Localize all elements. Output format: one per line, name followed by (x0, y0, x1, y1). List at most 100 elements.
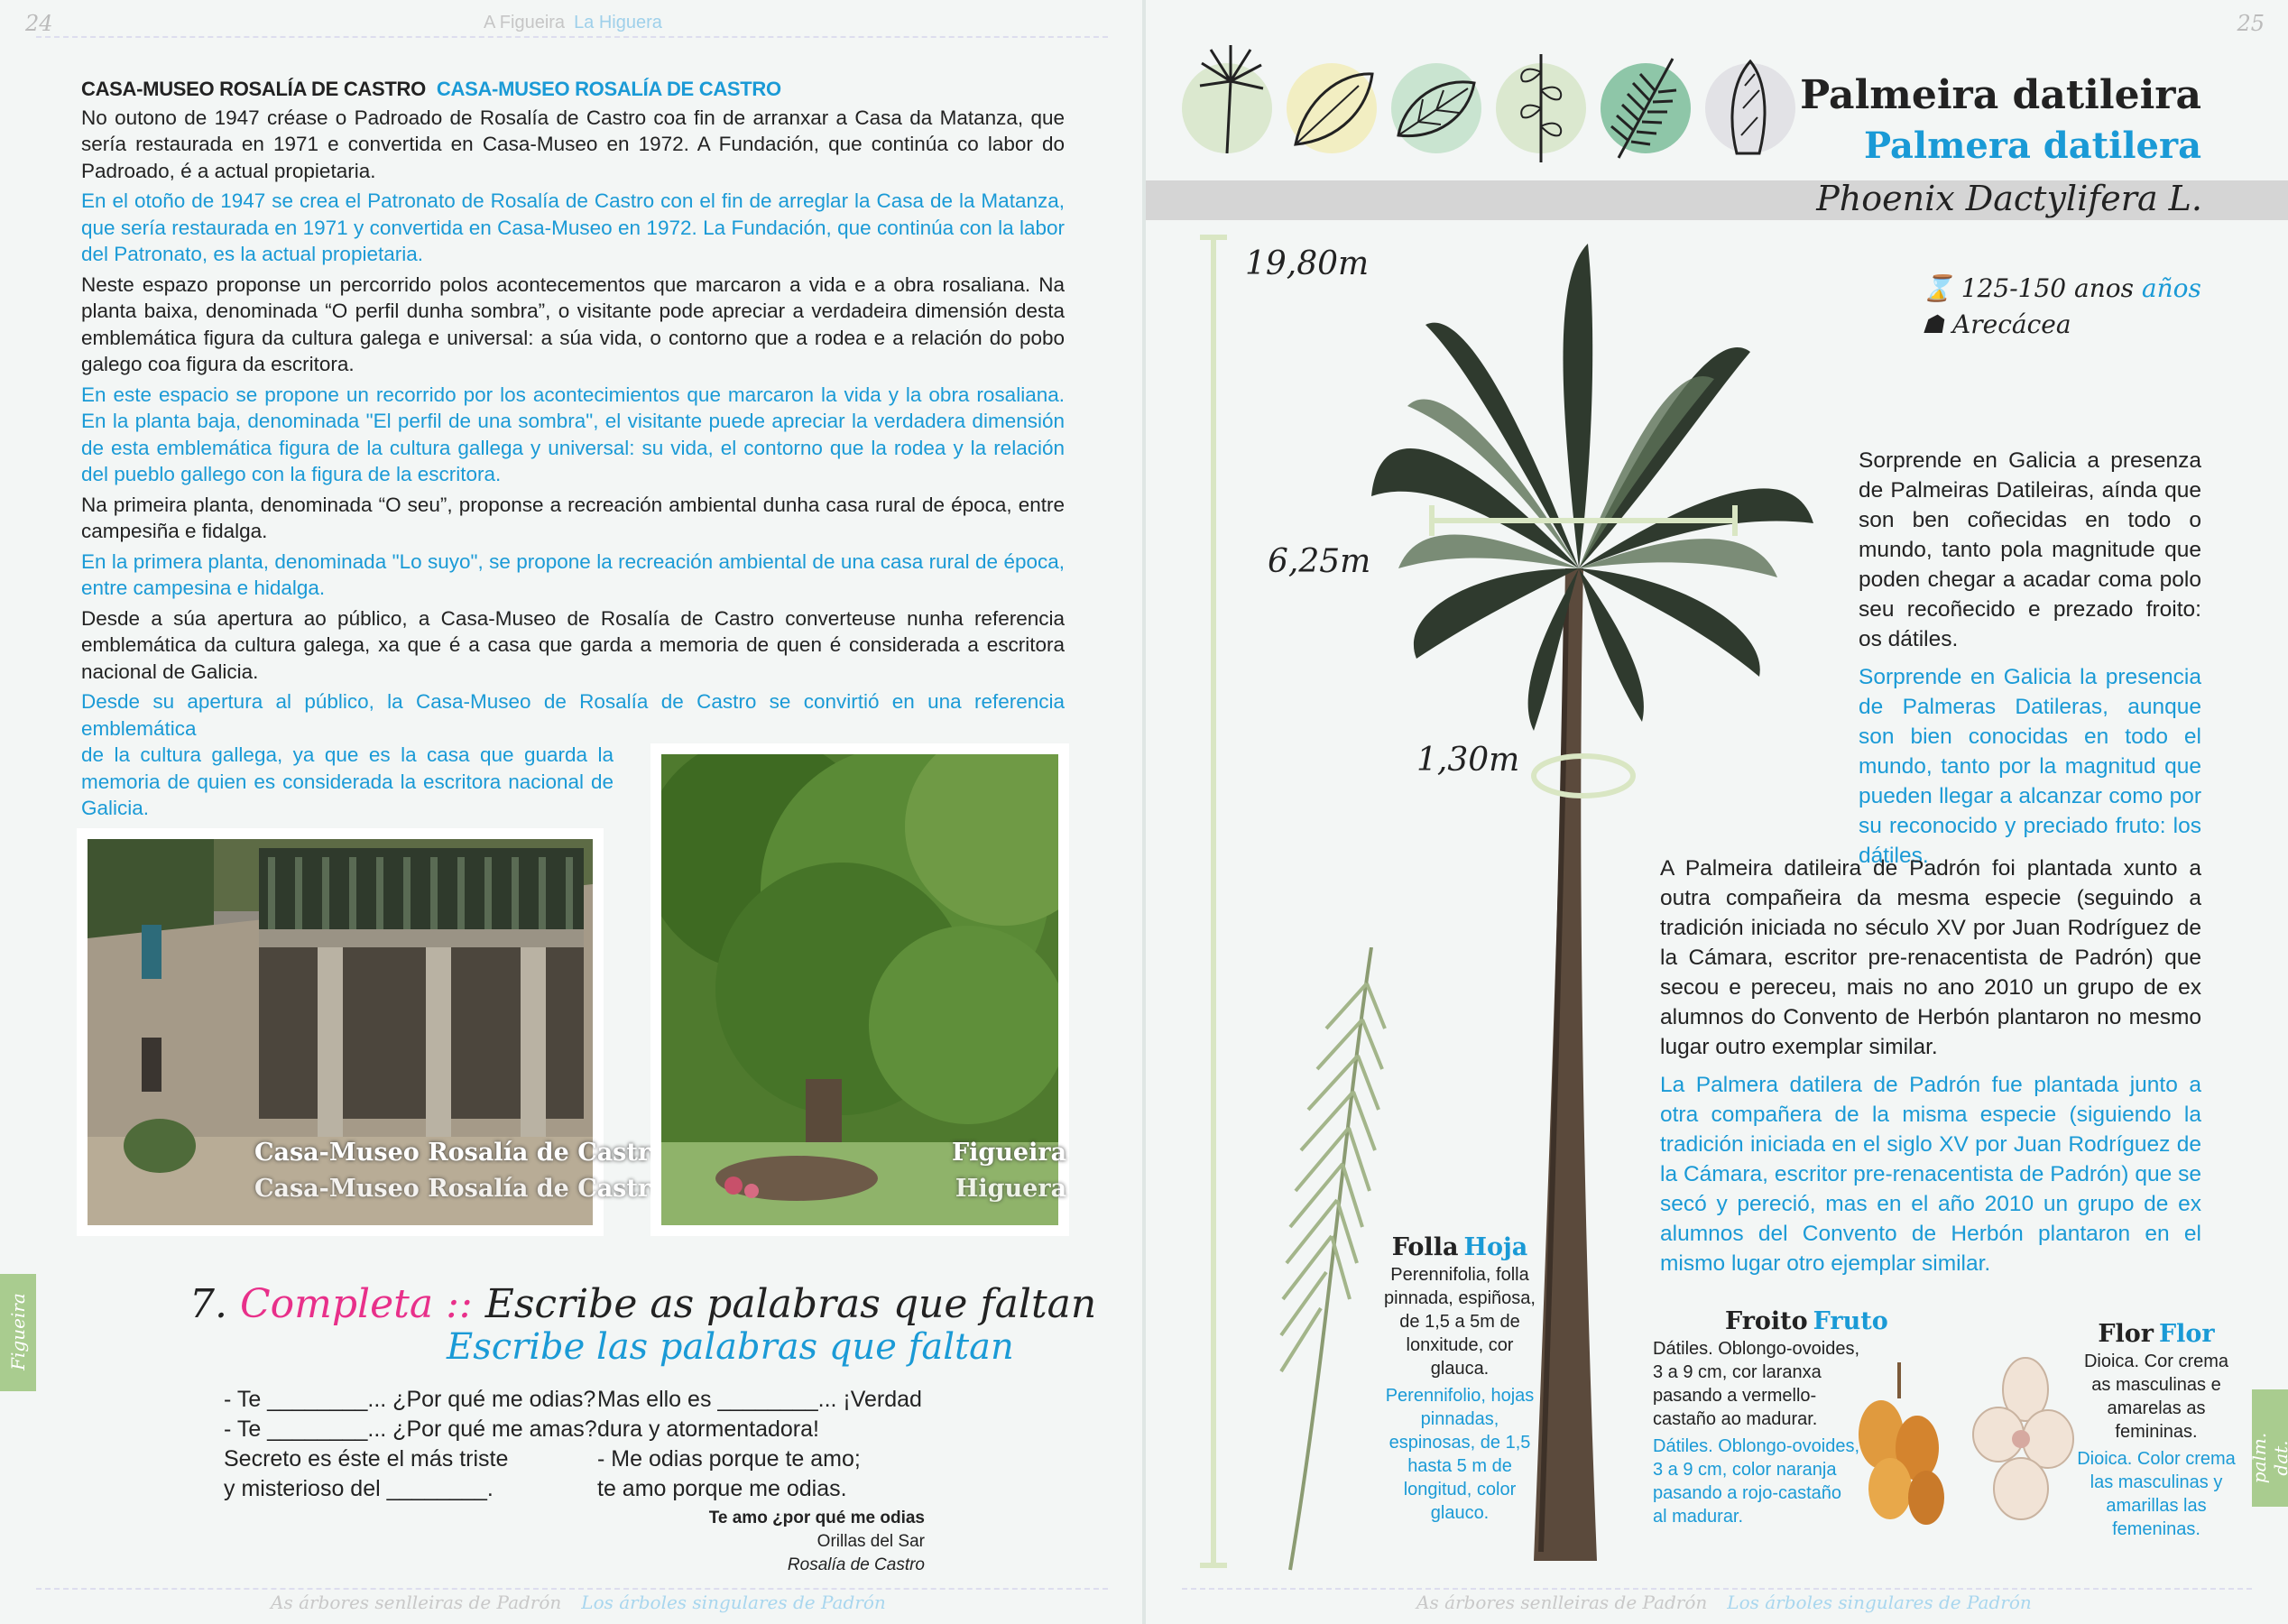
exercise-word: Completa (239, 1281, 434, 1327)
needle-leaf-icon (1705, 59, 1795, 155)
paragraph-gl: Desde a súa apertura ao público, a Casa-… (81, 606, 1065, 683)
leaf-heading-es: Hoja (1463, 1233, 1528, 1261)
leaf-text-es: Perennifolio, hojas pinnadas, espinosas,… (1385, 1386, 1535, 1523)
exercise-instruction-gl: Escribe as palabras que faltan (484, 1281, 1097, 1327)
fruit-heading-es: Fruto (1813, 1307, 1888, 1335)
palm-leaf-illustration (1279, 947, 1387, 1571)
heading-es: CASA-MUSEO ROSALÍA DE CASTRO (436, 78, 781, 100)
fruit-text-gl: Dátiles. Oblongo-ovoides, 3 a 9 cm, cor … (1653, 1339, 1860, 1429)
poem-line: te amo porque me odias. (597, 1476, 847, 1501)
hourglass-icon: ⌛ (1922, 273, 1961, 303)
side-tab-label: palm. dat. (2248, 1432, 2288, 1484)
poem-line: - Te ________... ¿Por qué me amas? (224, 1416, 597, 1442)
paragraph-gl: Neste espazo proponse un percorrido polo… (81, 272, 1065, 376)
family-row: ☗ Arecácea (1922, 307, 2201, 343)
poem-column-2: Mas ello es ________... ¡Verdad dura y a… (597, 1385, 922, 1504)
exercise-instruction-es: Escribe las palabras que faltan (447, 1326, 1014, 1368)
leaf-icon (1287, 63, 1377, 153)
paragraph-es: Desde su apertura al público, la Casa-Mu… (81, 690, 1065, 740)
page-number: 25 (2237, 11, 2265, 36)
leaf-heading-gl: Folla (1391, 1233, 1459, 1261)
fruit-heading: Froito Fruto (1725, 1307, 1888, 1335)
running-head: A Figueira La Higuera (484, 13, 662, 33)
footer-es: Los árboles singulares de Padrón (1727, 1592, 2032, 1613)
age-es: años (2141, 273, 2201, 303)
fruit-info: Froito Fruto Dátiles. Oblongo-ovoides, 3 … (1653, 1307, 1888, 1528)
flower-text-es: Dioica. Color crema las masculinas y ama… (2077, 1449, 2236, 1539)
bottom-divider (36, 1588, 1108, 1590)
running-head-es: La Higuera (574, 13, 662, 32)
exercise: 7. Completa :: Escribe as palabras que f… (189, 1281, 1096, 1368)
species-title-gl: Palmeira datileira (1800, 72, 2201, 118)
paragraph-gl: Na primeira planta, denominada “O seu”, … (81, 493, 1065, 543)
footer-gl: As árbores senlleiras de Padrón (1416, 1592, 1708, 1613)
page-number: 24 (25, 11, 53, 36)
section-heading: CASA-MUSEO ROSALÍA DE CASTRO CASA-MUSEO R… (81, 76, 1065, 103)
paragraph-es-continued: de la cultura gallega, ya que es la casa… (81, 743, 614, 819)
leaf-info: Folla Hoja Perennifolia, folla pinnada, e… (1379, 1233, 1541, 1525)
footer: As árbores senlleiras de Padrón Los árbol… (1416, 1592, 2032, 1613)
paragraph-es: En este espacio se propone un recorrido … (81, 383, 1065, 486)
palm-flower-illustration (1972, 1357, 2074, 1520)
date-fruit-illustration (1859, 1362, 1944, 1525)
poem-line: y misterioso del ________. (224, 1476, 494, 1501)
poem-author: Rosalía de Castro (787, 1555, 925, 1574)
caption-es: Casa-Museo Rosalía de Castro (254, 1175, 668, 1203)
paragraph-es: En el otoño de 1947 se crea el Patronato… (81, 189, 1065, 265)
exercise-title: 7. Completa :: Escribe as palabras que f… (189, 1281, 1096, 1327)
footer: As árbores senlleiras de Padrón Los árbol… (271, 1592, 886, 1613)
caption-gl: Casa-Museo Rosalía de Castro (254, 1139, 668, 1167)
footer-gl: As árbores senlleiras de Padrón (271, 1592, 562, 1613)
species-title-es: Palmera datilera (1863, 125, 2201, 167)
flower-heading-es: Flor (2159, 1320, 2215, 1348)
poem-line: Mas ello es ________... ¡Verdad (597, 1387, 922, 1412)
fruit-text-es: Dátiles. Oblongo-ovoides, 3 a 9 cm, colo… (1653, 1436, 1860, 1527)
poem-source: Orillas del Sar (816, 1532, 925, 1551)
intro-es: Sorprende en Galicia la presencia de Pal… (1660, 662, 2201, 871)
paragraph-gl: No outono de 1947 créase o Padroado de R… (81, 106, 1065, 182)
side-tab: palm. dat. (2248, 1389, 2288, 1507)
age-row: ⌛ 125-150 anos años (1922, 271, 2201, 307)
leaf-text-gl: Perennifolia, folla pinnada, espiñosa, d… (1384, 1265, 1536, 1379)
leaf-heading: Folla Hoja (1379, 1233, 1541, 1261)
fruit-heading-gl: Froito (1725, 1307, 1808, 1335)
exercise-number: 7. (189, 1281, 227, 1327)
scientific-name: Phoenix Dactylifera L. (1816, 179, 2202, 218)
poem-column-1: - Te ________... ¿Por qué me odias? - Te… (224, 1385, 597, 1504)
paragraph-es: En la primera planta, denominada "Lo suy… (81, 549, 1065, 600)
exercise-separator: :: (446, 1281, 473, 1327)
poem-reference: Te amo ¿por qué me odias Orillas del Sar… (586, 1507, 925, 1577)
museum-text: CASA-MUSEO ROSALÍA DE CASTRO CASA-MUSEO R… (81, 76, 1065, 826)
history-gl: A Palmeira datileira de Padrón foi plant… (1660, 856, 2201, 1059)
side-tab-label: Figueira (7, 1293, 29, 1370)
fig-tree-photo-caption: Figueira Higuera (952, 1135, 1066, 1207)
family-name: Arecácea (1952, 309, 2071, 339)
bottom-divider (1182, 1588, 2252, 1590)
intro-es-text: Sorprende en Galicia la presencia de Pal… (1859, 665, 2201, 868)
caption-gl: Figueira (952, 1139, 1067, 1167)
poem-line: - Me odias porque te amo; (597, 1446, 861, 1472)
tree-facts: ⌛ 125-150 anos años ☗ Arecácea (1922, 271, 2201, 343)
branch-icon (1496, 54, 1586, 162)
left-page: 24 A Figueira La Higuera CASA-MUSEO ROSAL… (0, 0, 1144, 1624)
poem-line: Secreto es éste el más triste (224, 1446, 509, 1472)
height-scale (1200, 235, 1227, 1568)
broadleaf-icon (1391, 63, 1481, 153)
palm-icon (1182, 45, 1272, 153)
family-icon: ☗ (1922, 309, 1953, 339)
caption-es: Higuera (955, 1175, 1067, 1203)
poem-line: dura y atormentadora! (597, 1416, 819, 1442)
fern-leaf-icon (1601, 58, 1691, 159)
poem-line: - Te ________... ¿Por qué me odias? (224, 1387, 596, 1412)
history-es: La Palmera datilera de Padrón fue planta… (1660, 1073, 2201, 1276)
footer-es: Los árboles singulares de Padrón (581, 1592, 886, 1613)
flower-heading: Flor Flor (2075, 1320, 2237, 1348)
running-head-gl: A Figueira (484, 13, 566, 32)
intro-gl: Sorprende en Galicia a presenza de Palme… (1859, 448, 2201, 651)
top-divider (36, 36, 1108, 38)
poem-title: Te amo ¿por qué me odias (708, 1509, 925, 1527)
age-gl: 125-150 anos (1960, 273, 2134, 303)
flower-info: Flor Flor Dioica. Cor crema as masculinas… (2075, 1320, 2237, 1541)
flower-heading-gl: Flor (2098, 1320, 2154, 1348)
side-tab: Figueira (0, 1274, 36, 1391)
